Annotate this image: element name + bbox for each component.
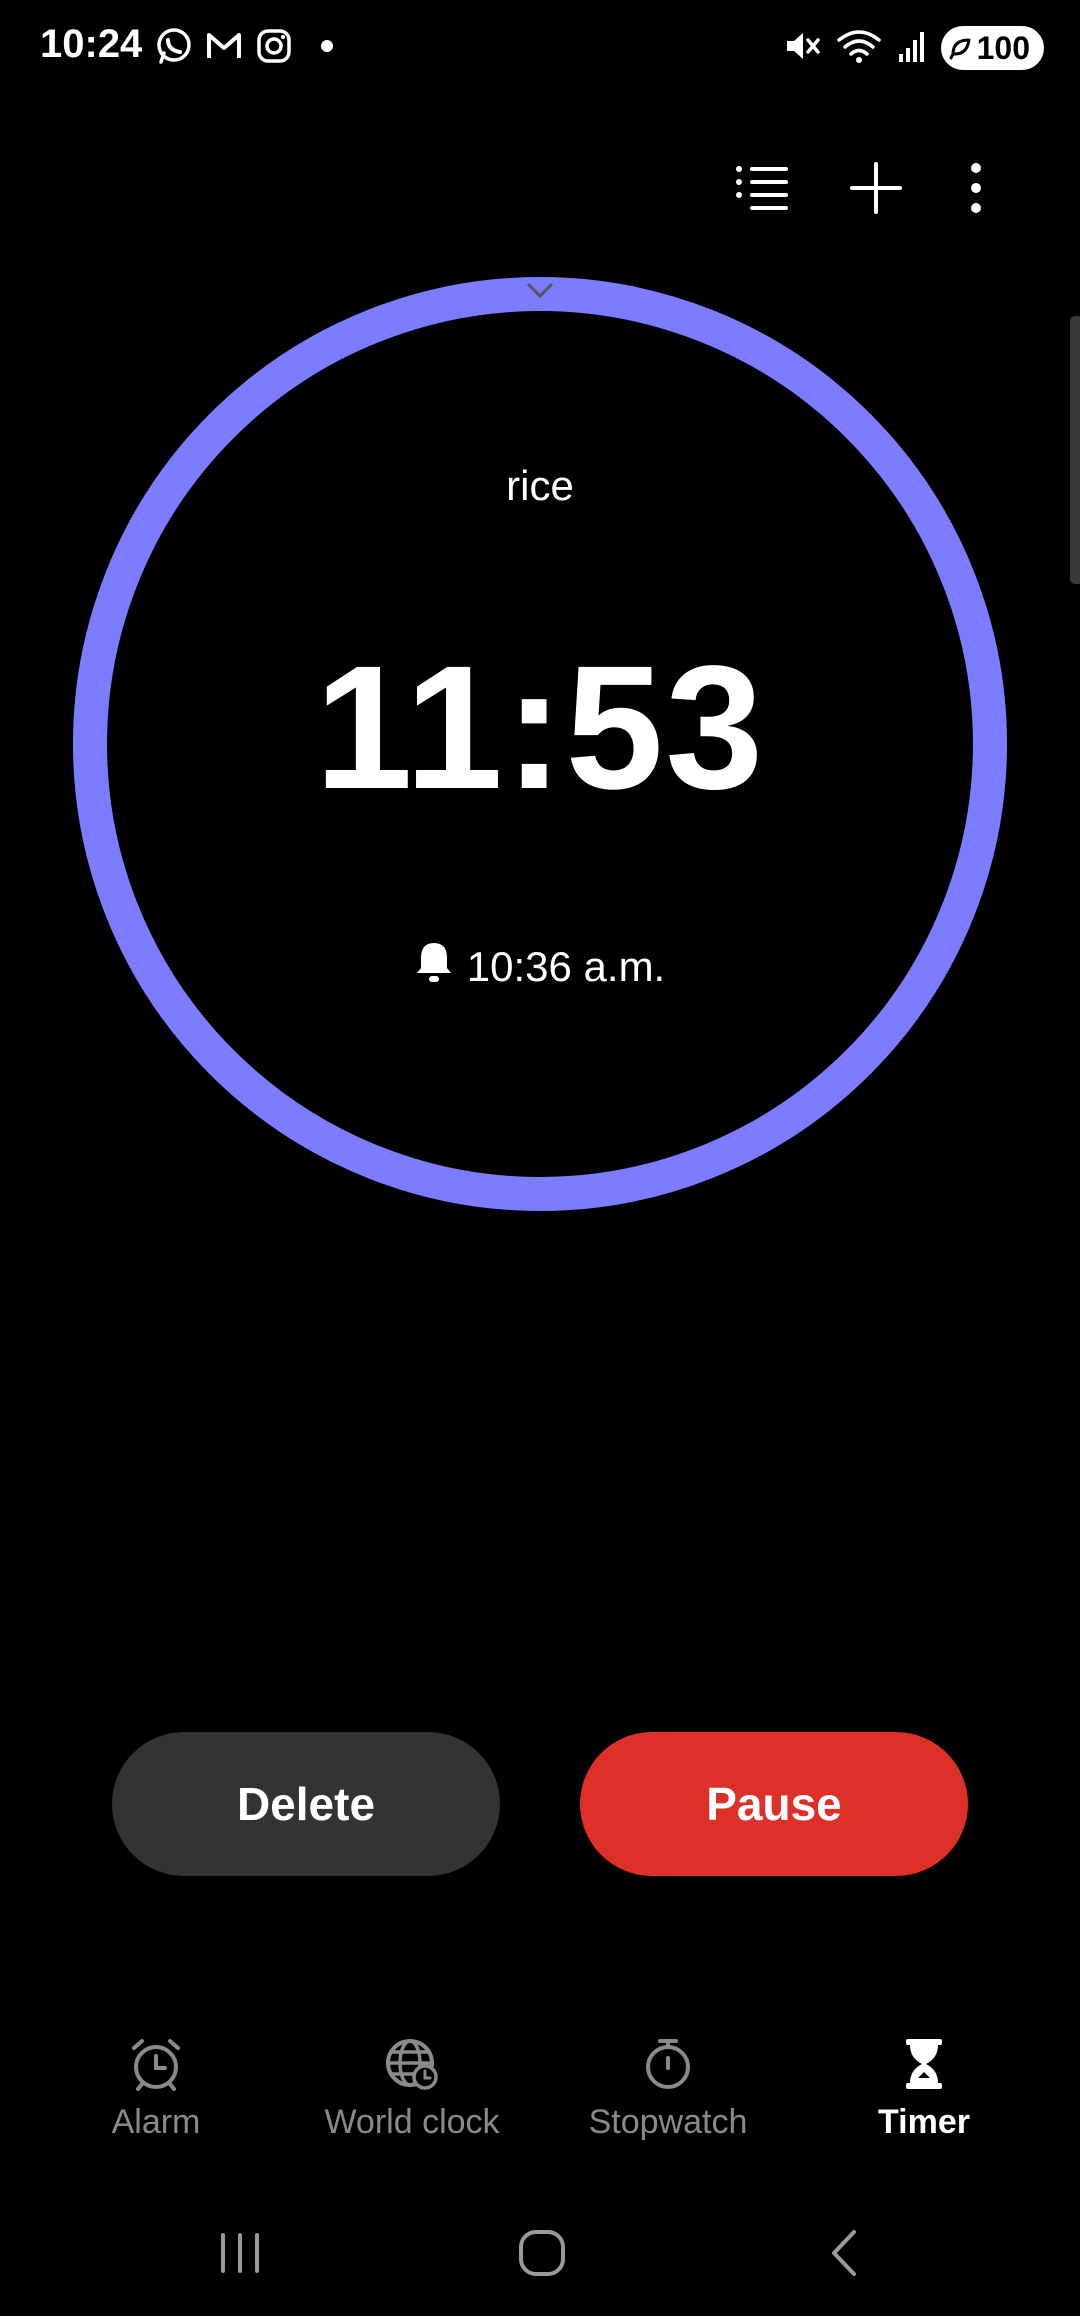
delete-button[interactable]: Delete bbox=[112, 1732, 500, 1876]
nav-label-stopwatch: Stopwatch bbox=[588, 2103, 748, 2141]
nav-label-timer: Timer bbox=[878, 2103, 970, 2141]
bell-icon bbox=[415, 940, 453, 994]
stopwatch-icon bbox=[640, 2036, 696, 2097]
timer-end-time: 10:36 a.m. bbox=[466, 943, 666, 990]
nav-item-timer[interactable]: Timer bbox=[804, 2036, 1044, 2156]
timer-label: rice bbox=[506, 462, 574, 509]
recents-icon[interactable] bbox=[190, 2218, 290, 2288]
timer-end-time-row: 10:36 a.m. bbox=[0, 940, 1080, 994]
battery-icon: 100 bbox=[940, 26, 1044, 70]
mute-icon bbox=[781, 26, 821, 71]
nav-item-alarm[interactable]: Alarm bbox=[36, 2036, 276, 2156]
status-time: 10:24 bbox=[40, 22, 143, 66]
more-vert-icon[interactable] bbox=[944, 156, 1008, 220]
instagram-icon bbox=[254, 26, 294, 71]
alarm-icon bbox=[128, 2036, 184, 2097]
wifi-icon bbox=[835, 26, 883, 71]
list-icon[interactable] bbox=[730, 156, 794, 220]
more-notifications-dot bbox=[320, 39, 334, 58]
globe-icon bbox=[384, 2036, 440, 2097]
nav-item-world-clock[interactable]: World clock bbox=[292, 2036, 532, 2156]
add-icon[interactable] bbox=[844, 156, 908, 220]
system-status-icons: 100 bbox=[781, 24, 1044, 72]
whatsapp-icon bbox=[154, 26, 194, 71]
signal-icon bbox=[897, 28, 927, 69]
nav-label-alarm: Alarm bbox=[111, 2103, 201, 2141]
back-icon[interactable] bbox=[794, 2218, 894, 2288]
scrollbar-thumb[interactable] bbox=[1070, 316, 1080, 584]
pause-button[interactable]: Pause bbox=[580, 1732, 968, 1876]
notification-icons bbox=[154, 26, 334, 71]
battery-level: 100 bbox=[976, 29, 1030, 66]
timer-remaining: 11:53 bbox=[314, 630, 766, 826]
gmail-icon bbox=[204, 26, 244, 71]
nav-label-world-clock: World clock bbox=[324, 2103, 500, 2141]
hourglass-icon bbox=[896, 2036, 952, 2097]
nav-item-stopwatch[interactable]: Stopwatch bbox=[548, 2036, 788, 2156]
home-icon[interactable] bbox=[492, 2218, 592, 2288]
